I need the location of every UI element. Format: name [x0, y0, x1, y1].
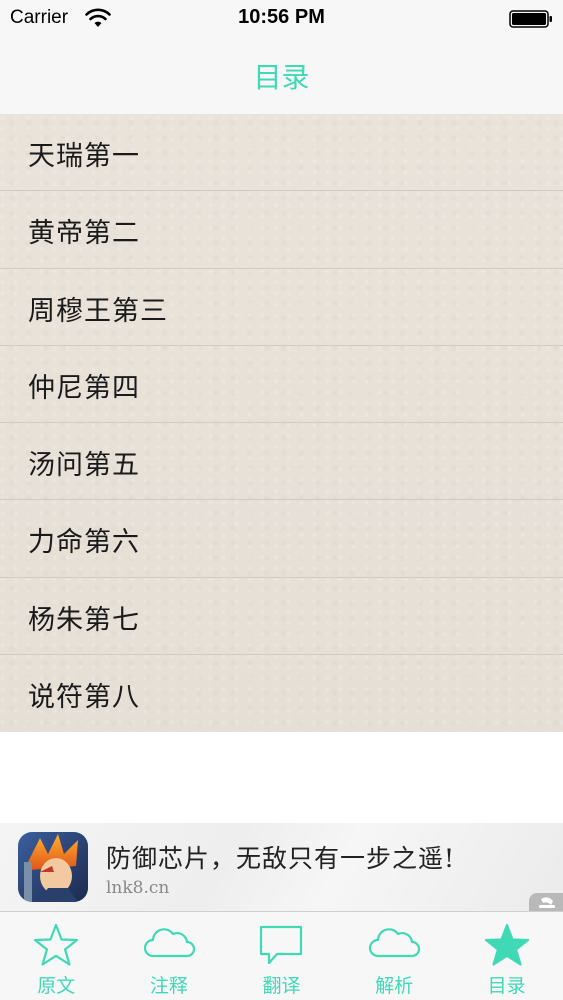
chapter-item[interactable]: 力命第六 — [0, 500, 563, 578]
chapter-label: 说符第八 — [28, 681, 140, 713]
chapter-label: 杨朱第七 — [28, 604, 140, 636]
chapter-item[interactable]: 仲尼第四 — [0, 346, 563, 423]
tab-translation[interactable]: 翻译 — [225, 912, 338, 1000]
ad-banner[interactable]: 防御芯片，无敌只有一步之遥! lnk8.cn — [0, 823, 563, 911]
chapter-label: 周穆王第三 — [28, 295, 168, 327]
clock: 10:56 PM — [238, 6, 325, 28]
tab-label: 注释 — [149, 975, 188, 997]
status-bar: Carrier 10:56 PM — [0, 0, 563, 40]
chapter-item[interactable]: 汤问第五 — [0, 423, 563, 501]
cloud-icon — [369, 928, 421, 958]
chapter-item[interactable]: 黄帝第二 — [0, 191, 563, 269]
chapter-item[interactable]: 周穆王第三 — [0, 269, 563, 346]
tab-analysis[interactable]: 解析 — [338, 912, 451, 1000]
chapter-label: 仲尼第四 — [28, 372, 140, 404]
tab-annotations[interactable]: 注释 — [113, 912, 226, 1000]
star-outline-icon — [34, 923, 79, 966]
tab-label: 原文 — [37, 975, 76, 997]
cloud-icon — [143, 928, 195, 958]
chapter-label: 黄帝第二 — [28, 218, 140, 250]
game-app-icon — [18, 832, 88, 902]
tab-original-text[interactable]: 原文 — [0, 912, 113, 1000]
star-filled-icon — [484, 923, 529, 966]
ad-title: 防御芯片，无敌只有一步之遥! — [106, 844, 456, 873]
ad-badge-icon — [529, 893, 563, 911]
chapter-item[interactable]: 说符第八 — [0, 655, 563, 732]
tab-label: 目录 — [487, 975, 526, 997]
chapter-label: 汤问第五 — [28, 450, 140, 481]
tab-bar: 原文 注释 翻译 解析 目录 — [0, 911, 563, 1000]
navigation-bar: 目录 — [0, 40, 563, 115]
ad-url: lnk8.cn — [106, 878, 170, 898]
battery-icon — [509, 10, 552, 28]
chapter-item[interactable]: 天瑞第一 — [0, 114, 563, 192]
tab-label: 翻译 — [262, 975, 301, 997]
chapter-label: 力命第六 — [28, 527, 140, 559]
tab-contents[interactable]: 目录 — [450, 912, 563, 1000]
chapter-list: 天瑞第一 黄帝第二 周穆王第三 仲尼第四 汤问第五 力命第六 杨朱第七 说符第八 — [0, 114, 563, 732]
tab-label: 解析 — [375, 975, 414, 997]
chapter-item[interactable]: 杨朱第七 — [0, 578, 563, 655]
page-title: 目录 — [253, 61, 310, 94]
speech-bubble-icon — [260, 925, 303, 965]
chapter-label: 天瑞第一 — [28, 141, 140, 172]
